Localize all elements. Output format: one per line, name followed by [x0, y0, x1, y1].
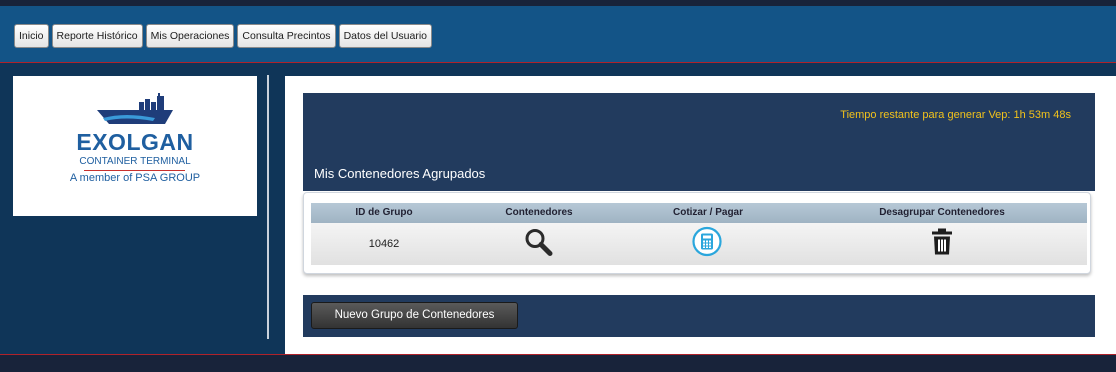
header-ungroup: Desagrupar Contenedores [879, 207, 1005, 218]
company-logo: EXOLGAN CONTAINER TERMINAL A member of P… [13, 76, 257, 216]
ship-logo-icon [97, 93, 173, 124]
calculator-icon [692, 226, 722, 257]
table-header: ID de Grupo Contenedores Cotizar / Pagar… [311, 203, 1087, 223]
header-group-id: ID de Grupo [355, 207, 413, 218]
vep-timer: Tiempo restante para generar Vep: 1h 53m… [840, 109, 1071, 121]
nav-consulta-precintos-button[interactable]: Consulta Precintos [237, 24, 336, 48]
trash-icon [932, 228, 952, 255]
actions-panel: Nuevo Grupo de Contenedores [303, 295, 1095, 337]
groups-table: ID de Grupo Contenedores Cotizar / Pagar… [303, 192, 1091, 274]
quote-pay-icon[interactable] [692, 226, 722, 262]
nav-reporte-historico-button[interactable]: Reporte Histórico [51, 24, 143, 48]
table-row: 10462 [311, 223, 1087, 265]
bottom-bar [0, 355, 1116, 372]
new-container-group-button[interactable]: Nuevo Grupo de Contenedores [311, 302, 518, 329]
grouped-containers-panel: Tiempo restante para generar Vep: 1h 53m… [303, 93, 1095, 191]
view-containers-icon[interactable] [523, 227, 553, 262]
logo-name: EXOLGAN [76, 129, 194, 155]
ungroup-icon[interactable] [930, 228, 954, 261]
nav-datos-usuario-button[interactable]: Datos del Usuario [338, 24, 433, 48]
panel-title: Mis Contenedores Agrupados [314, 166, 486, 181]
nav-buttons: Inicio Reporte Histórico Mis Operaciones… [14, 24, 433, 48]
group-id-cell: 10462 [368, 238, 400, 250]
nav-inicio-button[interactable]: Inicio [14, 24, 49, 48]
top-navbar: Inicio Reporte Histórico Mis Operaciones… [0, 6, 1116, 63]
magnifier-icon [525, 229, 553, 256]
logo-divider [84, 170, 185, 171]
header-containers: Contenedores [505, 207, 573, 218]
nav-mis-operaciones-button[interactable]: Mis Operaciones [145, 24, 235, 48]
vertical-divider [267, 75, 269, 339]
logo-tagline: A member of PSA GROUP [69, 172, 201, 184]
header-quote-pay: Cotizar / Pagar [672, 207, 744, 218]
logo-subtitle: CONTAINER TERMINAL [79, 156, 191, 167]
